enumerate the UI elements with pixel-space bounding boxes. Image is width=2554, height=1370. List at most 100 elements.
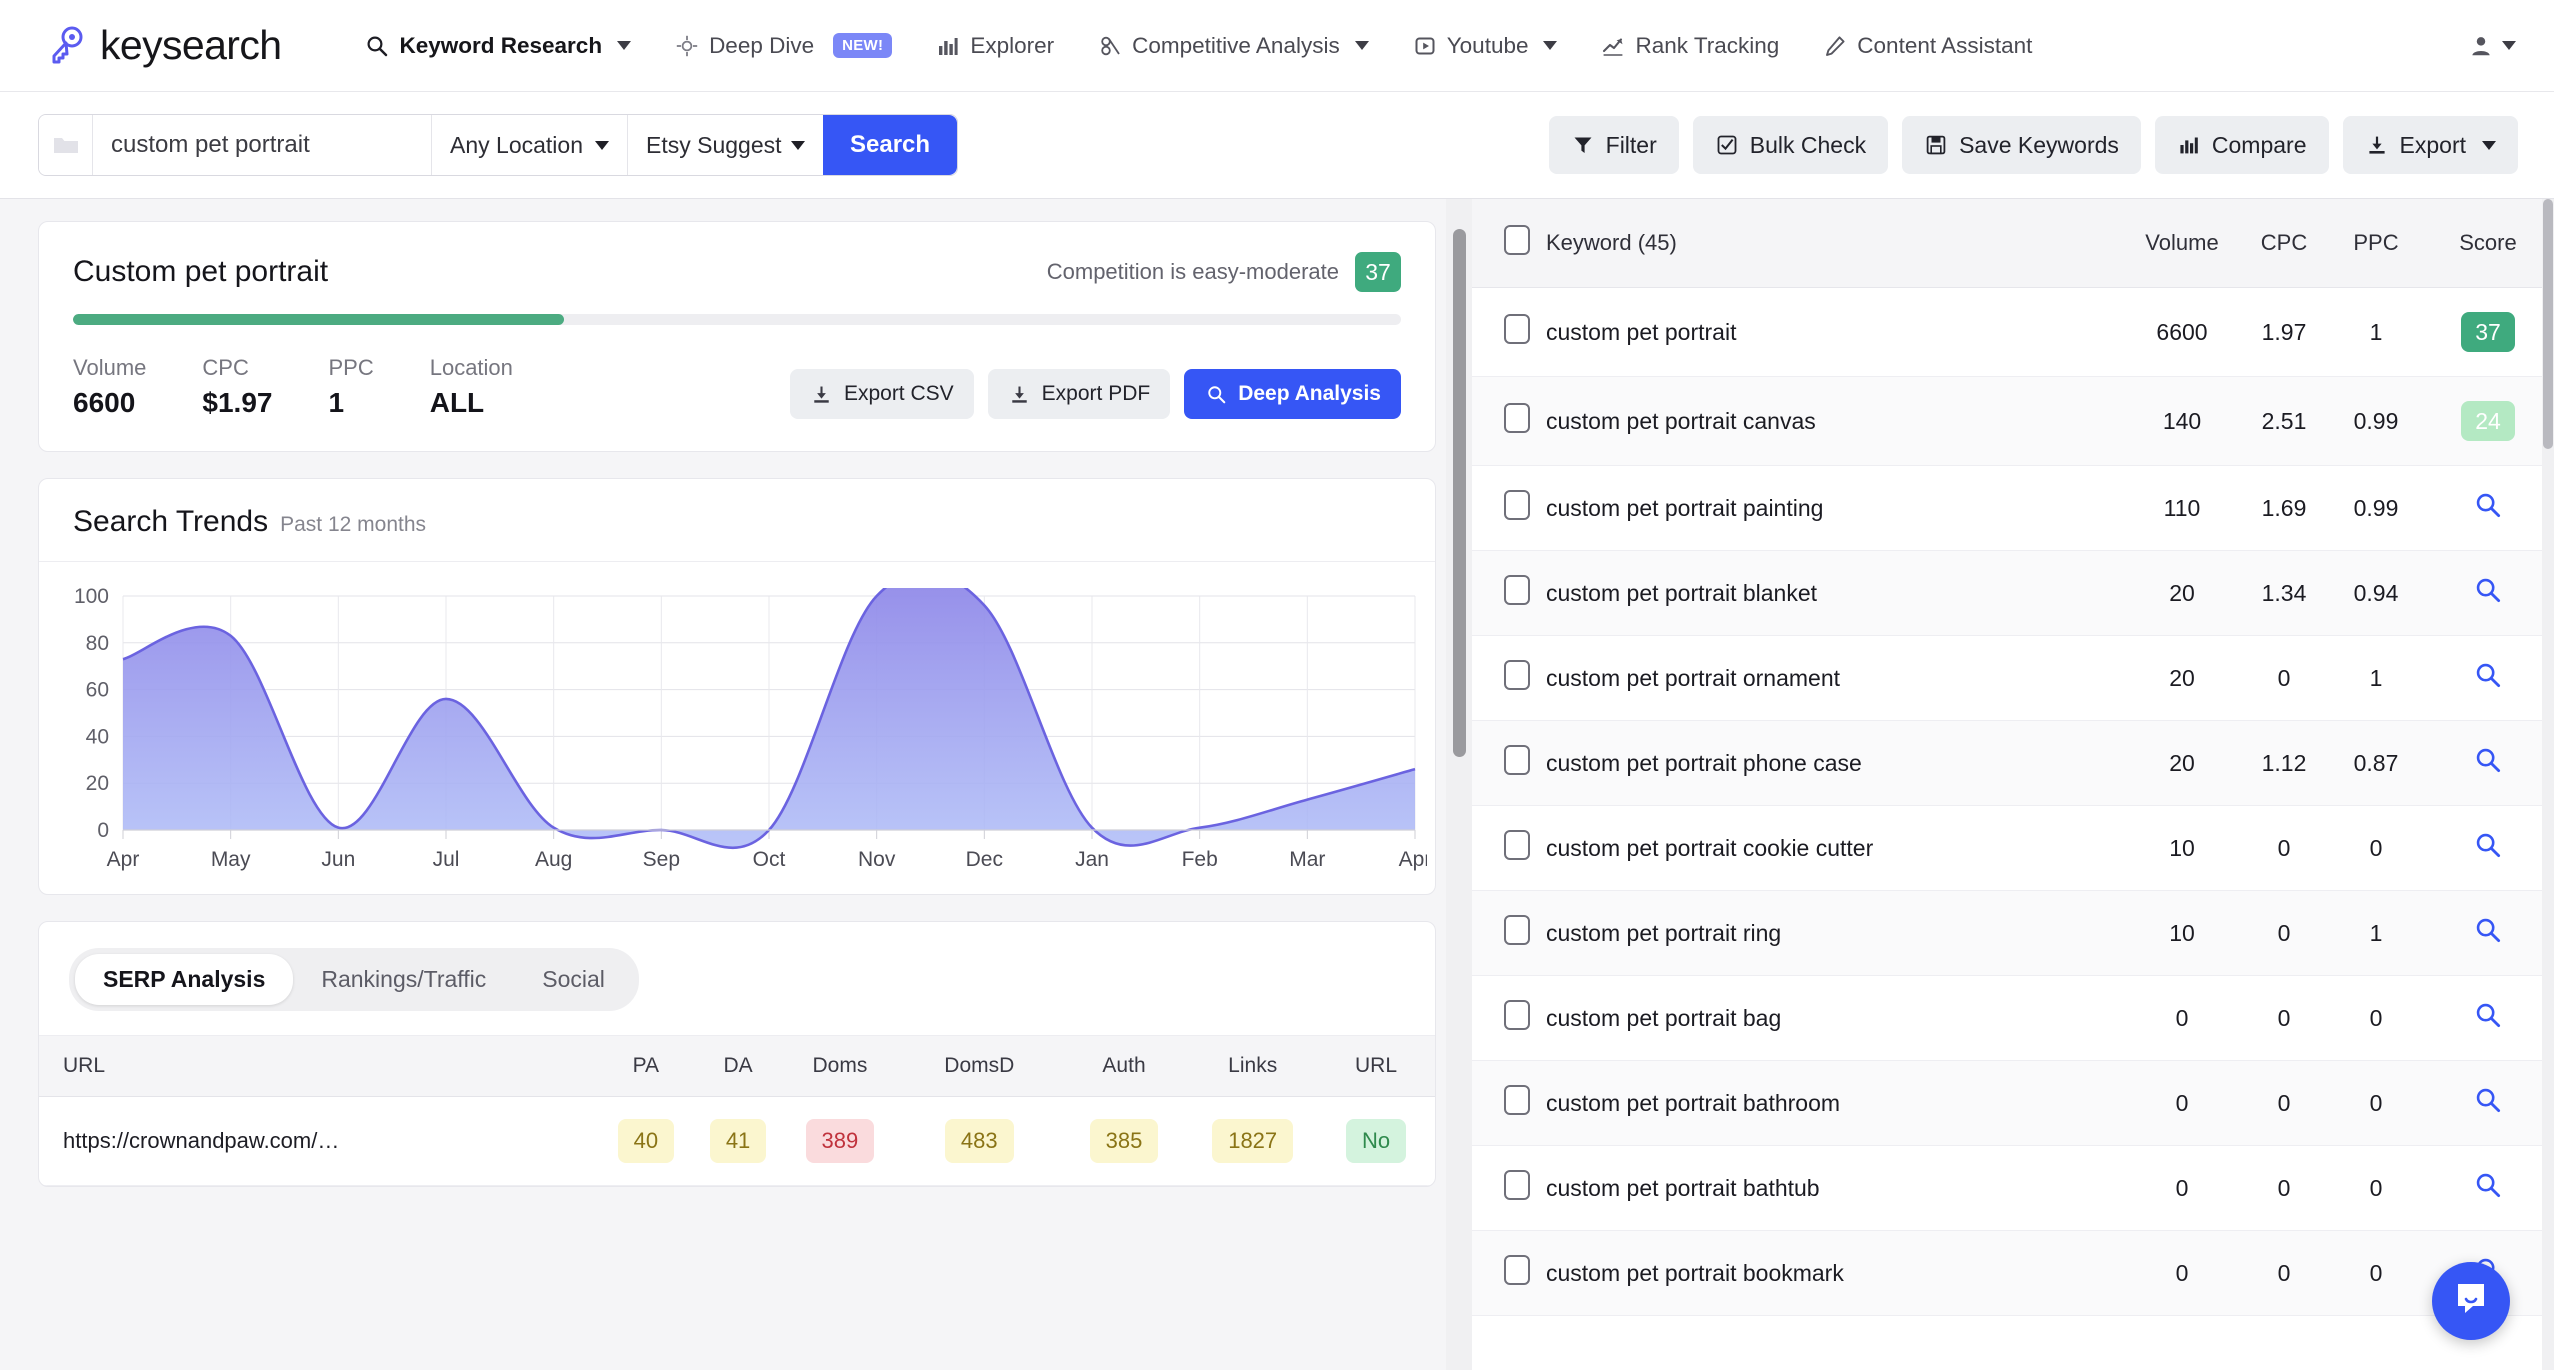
table-row[interactable]: custom pet portrait painting1101.690.99 bbox=[1472, 466, 2554, 551]
nav-item-keyword-research[interactable]: Keyword Research bbox=[343, 23, 653, 69]
table-row[interactable]: custom pet portrait canvas1402.510.9924 bbox=[1472, 377, 2554, 466]
table-row[interactable]: custom pet portrait phone case201.120.87 bbox=[1472, 721, 2554, 806]
score-column-header[interactable]: Score bbox=[2422, 199, 2554, 288]
row-checkbox[interactable] bbox=[1504, 403, 1530, 433]
save-keywords-button[interactable]: Save Keywords bbox=[1902, 116, 2141, 174]
nav-item-competitive-analysis[interactable]: Competitive Analysis bbox=[1076, 23, 1391, 69]
search-icon[interactable] bbox=[2475, 1092, 2501, 1118]
score-cell[interactable] bbox=[2422, 551, 2554, 636]
search-button[interactable]: Search bbox=[823, 115, 957, 175]
keyword-pane-scrollbar-thumb[interactable] bbox=[2543, 199, 2553, 449]
row-checkbox[interactable] bbox=[1504, 1000, 1530, 1030]
engine-select[interactable]: Etsy Suggest bbox=[627, 115, 823, 175]
table-row[interactable]: https://crownandpaw.com/… 40 41 389 483 … bbox=[39, 1097, 1435, 1186]
keyword-cell[interactable]: custom pet portrait bookmark bbox=[1546, 1231, 2126, 1316]
row-checkbox[interactable] bbox=[1504, 1085, 1530, 1115]
row-checkbox[interactable] bbox=[1504, 1170, 1530, 1200]
tab-serp-analysis[interactable]: SERP Analysis bbox=[75, 954, 293, 1005]
serp-col-pa[interactable]: PA bbox=[597, 1036, 696, 1097]
table-row[interactable]: custom pet portrait blanket201.340.94 bbox=[1472, 551, 2554, 636]
row-checkbox[interactable] bbox=[1504, 575, 1530, 605]
score-cell[interactable] bbox=[2422, 636, 2554, 721]
serp-col-links[interactable]: Links bbox=[1188, 1036, 1317, 1097]
row-checkbox[interactable] bbox=[1504, 745, 1530, 775]
search-icon[interactable] bbox=[2475, 497, 2501, 523]
row-checkbox[interactable] bbox=[1504, 915, 1530, 945]
nav-item-youtube[interactable]: Youtube bbox=[1391, 23, 1580, 69]
serp-col-url-flag[interactable]: URL bbox=[1317, 1036, 1435, 1097]
table-row[interactable]: custom pet portrait66001.97137 bbox=[1472, 288, 2554, 377]
nav-item-explorer[interactable]: Explorer bbox=[914, 23, 1076, 69]
table-row[interactable]: custom pet portrait ring1001 bbox=[1472, 891, 2554, 976]
serp-col-doms[interactable]: Doms bbox=[781, 1036, 899, 1097]
row-checkbox[interactable] bbox=[1504, 660, 1530, 690]
keyword-cell[interactable]: custom pet portrait ring bbox=[1546, 891, 2126, 976]
serp-col-auth[interactable]: Auth bbox=[1060, 1036, 1189, 1097]
table-row[interactable]: custom pet portrait bag000 bbox=[1472, 976, 2554, 1061]
folder-icon[interactable] bbox=[39, 115, 93, 175]
row-checkbox[interactable] bbox=[1504, 1255, 1530, 1285]
serp-col-domsd[interactable]: DomsD bbox=[899, 1036, 1060, 1097]
cpc-column-header[interactable]: CPC bbox=[2238, 199, 2330, 288]
serp-cell-url[interactable]: https://crownandpaw.com/… bbox=[39, 1097, 597, 1186]
select-all-checkbox[interactable] bbox=[1504, 225, 1530, 255]
serp-col-da[interactable]: DA bbox=[695, 1036, 781, 1097]
compare-button[interactable]: Compare bbox=[2155, 116, 2329, 174]
search-icon[interactable] bbox=[2475, 1177, 2501, 1203]
search-input[interactable] bbox=[93, 115, 431, 175]
serp-col-url[interactable]: URL bbox=[39, 1036, 597, 1097]
score-cell[interactable] bbox=[2422, 891, 2554, 976]
deep-analysis-button[interactable]: Deep Analysis bbox=[1184, 369, 1401, 419]
tab-social[interactable]: Social bbox=[514, 954, 633, 1005]
score-cell[interactable] bbox=[2422, 806, 2554, 891]
table-row[interactable]: custom pet portrait cookie cutter1000 bbox=[1472, 806, 2554, 891]
row-checkbox[interactable] bbox=[1504, 314, 1530, 344]
score-cell[interactable] bbox=[2422, 976, 2554, 1061]
search-icon[interactable] bbox=[2475, 1007, 2501, 1033]
table-row[interactable]: custom pet portrait ornament2001 bbox=[1472, 636, 2554, 721]
score-cell[interactable] bbox=[2422, 1146, 2554, 1231]
table-row[interactable]: custom pet portrait bathtub000 bbox=[1472, 1146, 2554, 1231]
location-select[interactable]: Any Location bbox=[431, 115, 627, 175]
tab-rankings-traffic[interactable]: Rankings/Traffic bbox=[293, 954, 514, 1005]
nav-item-content-assistant[interactable]: Content Assistant bbox=[1801, 23, 2054, 69]
row-checkbox[interactable] bbox=[1504, 830, 1530, 860]
keyword-cell[interactable]: custom pet portrait bag bbox=[1546, 976, 2126, 1061]
keyword-column-header[interactable]: Keyword (45) bbox=[1546, 199, 2126, 288]
nav-item-rank-tracking[interactable]: Rank Tracking bbox=[1579, 23, 1801, 69]
export-pdf-button[interactable]: Export PDF bbox=[988, 369, 1171, 419]
keyword-cell[interactable]: custom pet portrait cookie cutter bbox=[1546, 806, 2126, 891]
left-pane-scrollbar[interactable] bbox=[1446, 199, 1472, 1370]
keyword-cell[interactable]: custom pet portrait bathtub bbox=[1546, 1146, 2126, 1231]
nav-item-deep-dive[interactable]: Deep Dive NEW! bbox=[653, 23, 914, 69]
keyword-pane-scrollbar[interactable] bbox=[2542, 199, 2554, 1370]
keyword-cell[interactable]: custom pet portrait phone case bbox=[1546, 721, 2126, 806]
keyword-cell[interactable]: custom pet portrait painting bbox=[1546, 466, 2126, 551]
keyword-cell[interactable]: custom pet portrait bbox=[1546, 288, 2126, 377]
chat-support-button[interactable] bbox=[2432, 1262, 2510, 1340]
search-icon[interactable] bbox=[2475, 582, 2501, 608]
score-cell[interactable] bbox=[2422, 721, 2554, 806]
keyword-cell[interactable]: custom pet portrait bathroom bbox=[1546, 1061, 2126, 1146]
account-menu[interactable] bbox=[2469, 34, 2516, 58]
export-button[interactable]: Export bbox=[2343, 116, 2518, 174]
keyword-cell[interactable]: custom pet portrait canvas bbox=[1546, 377, 2126, 466]
bulk-check-button[interactable]: Bulk Check bbox=[1693, 116, 1888, 174]
search-icon[interactable] bbox=[2475, 922, 2501, 948]
score-cell[interactable]: 37 bbox=[2422, 288, 2554, 377]
score-cell[interactable]: 24 bbox=[2422, 377, 2554, 466]
brand-logo-link[interactable]: keysearch bbox=[42, 22, 281, 69]
export-csv-button[interactable]: Export CSV bbox=[790, 369, 974, 419]
score-cell[interactable] bbox=[2422, 466, 2554, 551]
ppc-column-header[interactable]: PPC bbox=[2330, 199, 2422, 288]
table-row[interactable]: custom pet portrait bathroom000 bbox=[1472, 1061, 2554, 1146]
search-icon[interactable] bbox=[2475, 667, 2501, 693]
search-icon[interactable] bbox=[2475, 837, 2501, 863]
volume-column-header[interactable]: Volume bbox=[2126, 199, 2238, 288]
search-icon[interactable] bbox=[2475, 752, 2501, 778]
score-cell[interactable] bbox=[2422, 1061, 2554, 1146]
keyword-cell[interactable]: custom pet portrait ornament bbox=[1546, 636, 2126, 721]
row-checkbox[interactable] bbox=[1504, 490, 1530, 520]
left-pane-scrollbar-thumb[interactable] bbox=[1453, 229, 1466, 757]
table-row[interactable]: custom pet portrait bookmark000 bbox=[1472, 1231, 2554, 1316]
